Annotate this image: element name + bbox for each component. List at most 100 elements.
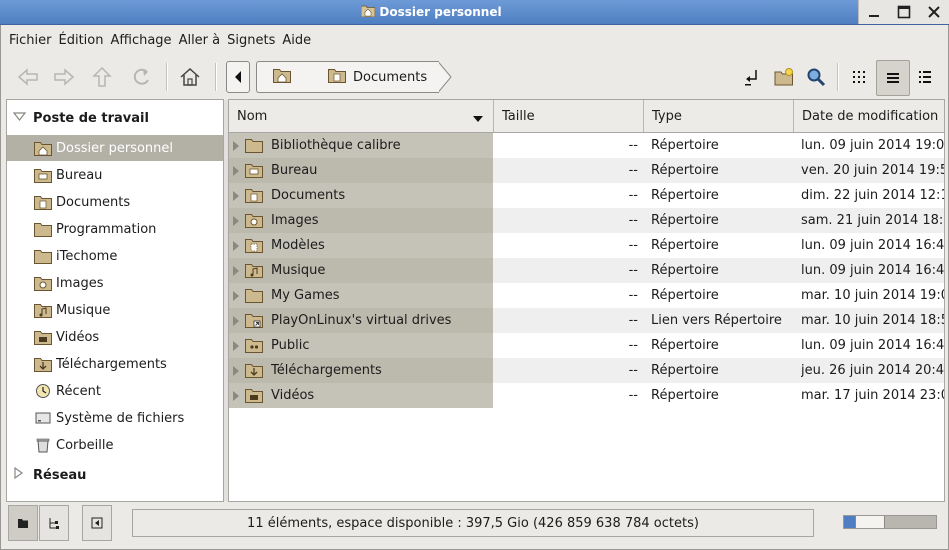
path-crumb-home[interactable]	[256, 61, 307, 93]
expander-collapsed-icon[interactable]	[233, 240, 239, 251]
videos-folder-icon	[245, 388, 263, 404]
file-name: Musique	[271, 263, 326, 278]
expander-collapsed-icon[interactable]	[233, 265, 239, 276]
hide-sidebar-icon[interactable]	[82, 505, 112, 541]
expander-collapsed-icon[interactable]	[233, 365, 239, 376]
table-row[interactable]: Téléchargements -- Répertoire jeu. 26 juin …	[229, 358, 944, 383]
sidebar-item-recent[interactable]: Récent	[7, 378, 223, 404]
column-header-date[interactable]: Date de modification	[794, 100, 944, 132]
size-cell: --	[628, 163, 638, 178]
minimize-icon[interactable]	[863, 2, 885, 22]
expander-collapsed-icon[interactable]	[233, 190, 239, 201]
path-crumb-documents[interactable]: Documents	[306, 61, 440, 93]
table-row[interactable]: My Games -- Répertoire mar. 10 juin 2014 19…	[229, 283, 944, 308]
search-icon[interactable]	[800, 60, 832, 94]
sidebar-item-musique[interactable]: Musique	[7, 297, 223, 323]
size-cell: --	[628, 188, 638, 203]
name-cell[interactable]: Images	[229, 208, 493, 233]
path-back-button[interactable]	[226, 61, 250, 93]
table-row[interactable]: PlayOnLinux's virtual drives -- Lien vers …	[229, 308, 944, 333]
name-cell[interactable]: Documents	[229, 183, 493, 208]
menu-signets[interactable]: Signets	[224, 33, 279, 48]
forward-icon[interactable]	[48, 60, 80, 94]
expander-collapsed-icon[interactable]	[233, 290, 239, 301]
name-cell[interactable]: Musique	[229, 258, 493, 283]
sidebar-section-poste-de-travail[interactable]: Poste de travail	[12, 108, 149, 128]
back-icon[interactable]	[12, 60, 44, 94]
expander-collapsed-icon[interactable]	[233, 215, 239, 226]
sidebar-item-documents[interactable]: Documents	[7, 189, 223, 215]
name-cell[interactable]: Vidéos	[229, 383, 493, 408]
table-row[interactable]: Modèles -- Répertoire lun. 09 juin 2014 16:…	[229, 233, 944, 258]
toolbar-separator	[837, 63, 839, 91]
music-folder-icon	[245, 263, 263, 279]
table-row[interactable]: Images -- Répertoire sam. 21 juin 2014 18:2	[229, 208, 944, 233]
expander-collapsed-icon[interactable]	[13, 466, 33, 483]
zoom-slider[interactable]	[843, 515, 937, 529]
column-header-type[interactable]: Type	[644, 100, 794, 132]
clock-icon	[34, 383, 52, 399]
table-row[interactable]: Bibliothèque calibre -- Répertoire lun. 09 …	[229, 133, 944, 158]
table-row[interactable]: Vidéos -- Répertoire mar. 17 juin 2014 23:0	[229, 383, 944, 408]
title-bar[interactable]: Dossier personnel	[0, 0, 949, 25]
name-cell[interactable]: PlayOnLinux's virtual drives	[229, 308, 493, 333]
column-headers: Nom Taille Type Date de modification	[229, 100, 944, 133]
sidebar-section-reseau[interactable]: Réseau	[13, 465, 86, 485]
folder-icon	[34, 248, 52, 264]
show-places-icon[interactable]	[8, 505, 38, 541]
sidebar-item-label: Documents	[56, 194, 131, 210]
column-header-taille[interactable]: Taille	[494, 100, 644, 132]
expander-collapsed-icon[interactable]	[233, 315, 239, 326]
name-cell[interactable]: Public	[229, 333, 493, 358]
expander-collapsed-icon[interactable]	[233, 340, 239, 351]
open-terminal-icon[interactable]	[736, 60, 768, 94]
sidebar-item-telechargements[interactable]: Téléchargements	[7, 351, 223, 377]
name-cell[interactable]: Bibliothèque calibre	[229, 133, 493, 158]
list-view-icon[interactable]	[876, 60, 910, 96]
table-row[interactable]: Documents -- Répertoire dim. 22 juin 2014 1…	[229, 183, 944, 208]
sidebar-item-corbeille[interactable]: Corbeille	[7, 432, 223, 458]
expander-expanded-icon[interactable]	[12, 111, 33, 126]
new-folder-icon[interactable]	[768, 60, 800, 94]
size-cell: --	[628, 313, 638, 328]
name-cell[interactable]: Modèles	[229, 233, 493, 258]
documents-folder-icon	[245, 188, 263, 204]
table-row[interactable]: Public -- Répertoire lun. 09 juin 2014 16:4…	[229, 333, 944, 358]
menu-fichier[interactable]: Fichier	[6, 33, 56, 48]
expander-collapsed-icon[interactable]	[233, 390, 239, 401]
table-row[interactable]: Musique -- Répertoire lun. 09 juin 2014 16:…	[229, 258, 944, 283]
date-cell: ven. 20 juin 2014 19:5	[801, 163, 944, 178]
sidebar-item-systeme-de-fichiers[interactable]: Système de fichiers	[7, 405, 223, 431]
show-tree-icon[interactable]	[39, 505, 69, 541]
menu-affichage[interactable]: Affichage	[107, 33, 175, 48]
reload-icon[interactable]	[125, 60, 157, 94]
zoom-handle[interactable]	[855, 516, 885, 528]
table-row[interactable]: Bureau -- Répertoire ven. 20 juin 2014 19:5	[229, 158, 944, 183]
menu-aller-a[interactable]: Aller à	[176, 33, 225, 48]
name-cell[interactable]: My Games	[229, 283, 493, 308]
name-cell[interactable]: Bureau	[229, 158, 493, 183]
size-cell: --	[628, 238, 638, 253]
sidebar-item-videos[interactable]: Vidéos	[7, 324, 223, 350]
menu-edition[interactable]: Édition	[56, 33, 108, 48]
sidebar-item-dossier-personnel[interactable]: Dossier personnel	[7, 135, 223, 161]
maximize-icon[interactable]	[893, 2, 915, 22]
date-cell: lun. 09 juin 2014 16:49	[801, 338, 944, 353]
close-icon[interactable]	[923, 2, 945, 22]
sidebar-item-itechome[interactable]: iTechome	[7, 243, 223, 269]
compact-view-icon[interactable]	[909, 60, 941, 94]
sidebar-item-label: Images	[56, 275, 104, 291]
up-icon[interactable]	[86, 60, 118, 94]
sidebar-item-programmation[interactable]: Programmation	[7, 216, 223, 242]
icon-view-icon[interactable]	[843, 60, 875, 94]
sidebar-item-bureau[interactable]: Bureau	[7, 162, 223, 188]
sidebar-item-images[interactable]: Images	[7, 270, 223, 296]
sidebar-item-label: Corbeille	[56, 437, 114, 453]
name-cell[interactable]: Téléchargements	[229, 358, 493, 383]
home-icon[interactable]	[174, 60, 206, 94]
expander-collapsed-icon[interactable]	[233, 165, 239, 176]
expander-collapsed-icon[interactable]	[233, 140, 239, 151]
column-header-nom[interactable]: Nom	[229, 100, 494, 132]
sidebar-section-title: Poste de travail	[33, 110, 149, 126]
menu-aide[interactable]: Aide	[279, 33, 315, 48]
